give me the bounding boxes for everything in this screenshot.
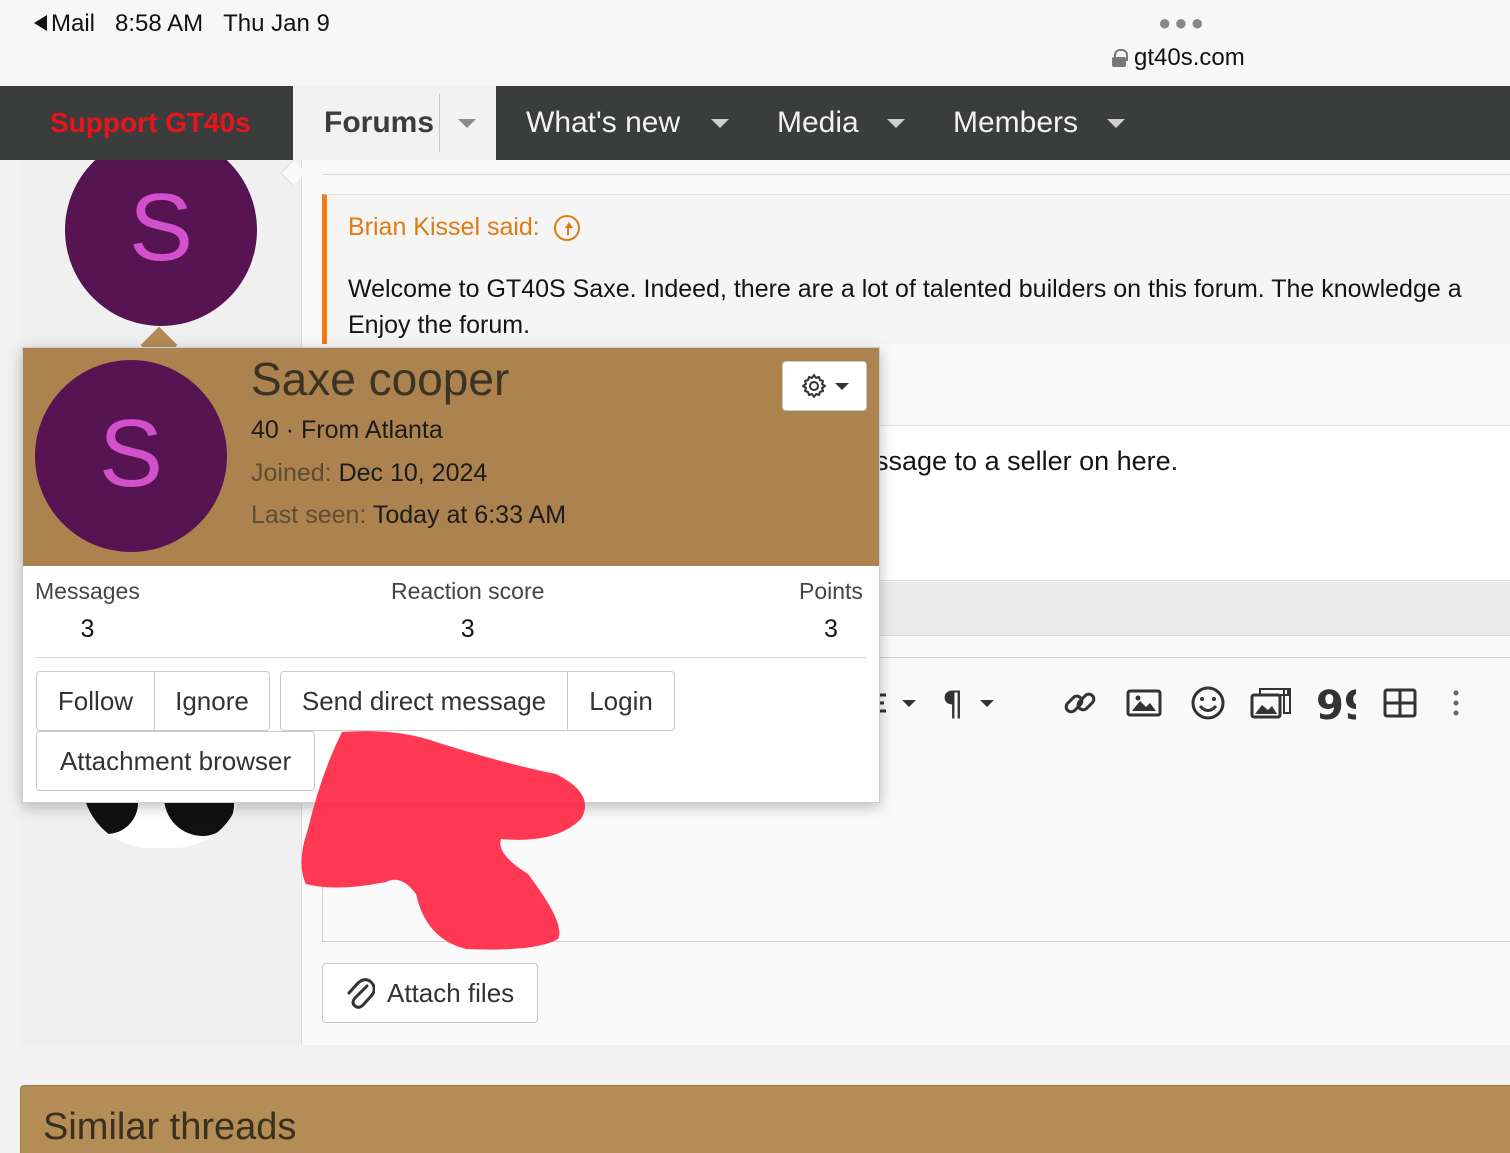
red-marker-annotation	[301, 731, 586, 950]
back-triangle-icon	[34, 15, 47, 31]
attachment-browser-button[interactable]: Attachment browser	[36, 731, 315, 791]
post-text: ssage to a seller on here.	[875, 446, 1179, 476]
media-gallery-icon[interactable]	[1250, 685, 1294, 721]
member-age-location: 40 · From Atlanta	[251, 416, 443, 444]
table-icon[interactable]	[1382, 685, 1418, 721]
url-text: gt40s.com	[1134, 44, 1245, 71]
image-icon[interactable]	[1126, 685, 1162, 721]
member-joined: Joined: Dec 10, 2024	[251, 459, 488, 487]
chevron-down-icon[interactable]	[887, 119, 905, 128]
follow-button[interactable]: Follow	[36, 671, 155, 731]
stat-points[interactable]: Points 3	[799, 578, 863, 644]
nav-divider	[439, 94, 440, 152]
paperclip-icon	[347, 978, 375, 1009]
similar-threads-header: Similar threads	[20, 1085, 1510, 1153]
nav-support-link[interactable]: Support GT40s	[50, 86, 251, 160]
member-options-button[interactable]	[782, 361, 867, 411]
attach-files-button[interactable]: Attach files	[322, 963, 538, 1023]
ignore-button[interactable]: Ignore	[154, 671, 270, 731]
status-date: Thu Jan 9	[223, 10, 330, 37]
more-dots-icon[interactable]: ●●●	[1158, 10, 1207, 36]
emoji-icon[interactable]	[1190, 685, 1226, 721]
quote-block: Brian Kissel said: Welcome to GT40S Saxe…	[322, 194, 1510, 344]
paragraph-dropdown-icon[interactable]: ¶	[942, 684, 998, 724]
ios-status-bar: Mail 8:58 AM Thu Jan 9 ●●● gt40s.com	[0, 0, 1510, 86]
nav-members[interactable]: Members	[953, 86, 1125, 160]
status-left: Mail 8:58 AM Thu Jan 9	[34, 10, 330, 38]
stat-messages[interactable]: Messages 3	[35, 578, 140, 644]
member-tooltip-header: S Saxe cooper 40 · From Atlanta Joined: …	[23, 348, 879, 566]
svg-text:¶: ¶	[942, 685, 964, 721]
quote-author[interactable]: Brian Kissel said:	[348, 213, 580, 242]
nav-forums-label[interactable]: Forums	[324, 86, 434, 160]
back-to-app[interactable]: Mail	[34, 10, 95, 38]
chevron-down-icon[interactable]	[458, 119, 476, 128]
send-direct-message-button[interactable]: Send direct message	[280, 671, 568, 731]
more-options-icon[interactable]	[1450, 685, 1462, 721]
status-time: 8:58 AM	[115, 10, 204, 37]
nav-media[interactable]: Media	[777, 86, 905, 160]
gear-icon	[801, 374, 826, 398]
jump-up-icon[interactable]	[553, 214, 580, 241]
link-icon[interactable]	[1062, 685, 1098, 721]
chevron-down-icon[interactable]	[711, 119, 729, 128]
avatar[interactable]: S	[65, 134, 257, 326]
member-stats: Messages 3 Reaction score 3 Points 3	[35, 566, 867, 658]
url-bar[interactable]: gt40s.com	[1112, 44, 1245, 72]
similar-threads-title: Similar threads	[43, 1106, 297, 1148]
svg-text:99: 99	[1316, 685, 1356, 721]
quote-text: Welcome to GT40S Saxe. Indeed, there are…	[348, 275, 1462, 339]
avatar[interactable]: S	[35, 360, 227, 552]
nav-forums-tab[interactable]: Forums	[293, 86, 496, 160]
list-dropdown-icon[interactable]	[876, 685, 920, 721]
login-button[interactable]: Login	[567, 671, 675, 731]
chevron-down-icon	[834, 382, 849, 390]
nav-whats-new[interactable]: What's new	[526, 86, 729, 160]
stat-reaction-score: Reaction score 3	[391, 578, 545, 643]
chevron-down-icon[interactable]	[1107, 119, 1125, 128]
quote-icon[interactable]: 99	[1316, 683, 1372, 729]
member-last-seen: Last seen: Today at 6:33 AM	[251, 501, 567, 529]
lock-icon	[1112, 49, 1128, 67]
member-name[interactable]: Saxe cooper	[251, 352, 509, 406]
divider	[322, 174, 1510, 175]
top-navigation: Support GT40s Forums What's new Media Me…	[0, 86, 1510, 160]
